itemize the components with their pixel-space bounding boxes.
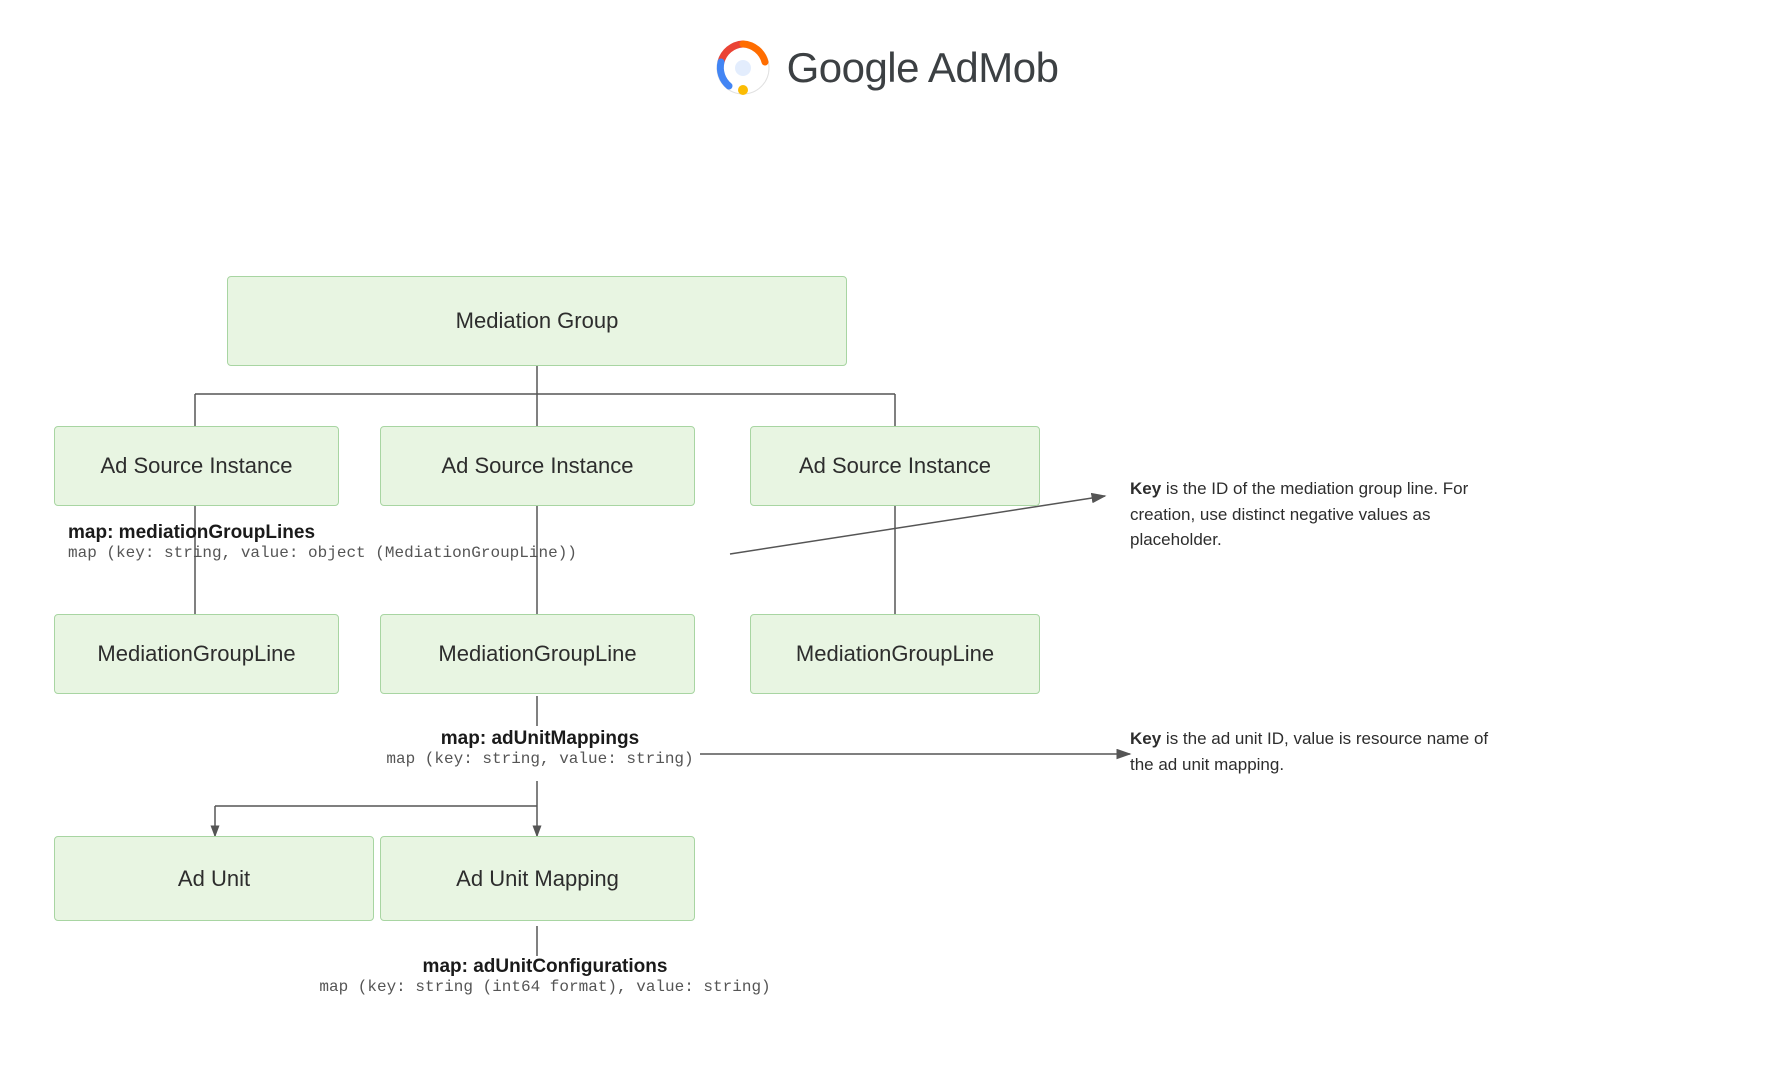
page-container: Google AdMob <box>0 0 1773 1065</box>
map3-code-link: int64 <box>492 978 540 996</box>
map2-title-text: map: adUnitMappings <box>441 728 639 749</box>
map-mediationGroupLines-label: map: mediationGroupLines map (key: strin… <box>68 522 718 562</box>
map1-title: map: mediationGroupLines <box>68 522 718 544</box>
map1-code-link: MediationGroupLine <box>385 544 558 562</box>
map1-code-post: )) <box>558 544 577 562</box>
map3-code-post: format), value: string) <box>540 978 770 996</box>
ad-unit-mapping-label: Ad Unit Mapping <box>456 866 619 892</box>
mediation-group-label: Mediation Group <box>456 308 619 334</box>
ad-unit-mapping-box: Ad Unit Mapping <box>380 836 695 921</box>
map3-title-text: map: adUnitConfigurations <box>423 956 668 977</box>
map2-subtitle: map (key: string, value: string) <box>300 750 780 768</box>
ad-source-instance-3-box: Ad Source Instance <box>750 426 1040 506</box>
ad-source-2-label: Ad Source Instance <box>441 453 633 479</box>
annotation2-bold: Key <box>1130 729 1161 748</box>
mediation-line-1-box: MediationGroupLine <box>54 614 339 694</box>
mediation-line-2-box: MediationGroupLine <box>380 614 695 694</box>
map3-subtitle: map (key: string (int64 format), value: … <box>310 978 780 996</box>
ad-source-instance-2-box: Ad Source Instance <box>380 426 695 506</box>
ad-source-3-label: Ad Source Instance <box>799 453 991 479</box>
map1-title-text: map: mediationGroupLines <box>68 522 315 543</box>
mediation-line-3-box: MediationGroupLine <box>750 614 1040 694</box>
ad-source-instance-1-box: Ad Source Instance <box>54 426 339 506</box>
annotation1-text: is the ID of the mediation group line. F… <box>1130 479 1468 549</box>
ad-source-1-label: Ad Source Instance <box>100 453 292 479</box>
map2-code: map (key: string, value: string) <box>386 750 693 768</box>
annotation-ad-unit-mappings: Key is the ad unit ID, value is resource… <box>1130 726 1510 777</box>
annotation2-text: is the ad unit ID, value is resource nam… <box>1130 729 1488 774</box>
header: Google AdMob <box>0 20 1773 96</box>
annotation-mediation-group-lines: Key is the ID of the mediation group lin… <box>1130 476 1510 553</box>
map-adUnitConfigurations-label: map: adUnitConfigurations map (key: stri… <box>310 956 780 996</box>
map1-subtitle: map (key: string, value: object (Mediati… <box>68 544 718 562</box>
mediation-line-2-label: MediationGroupLine <box>438 641 636 667</box>
ad-unit-box: Ad Unit <box>54 836 374 921</box>
admob-logo-icon <box>715 40 771 96</box>
map2-title: map: adUnitMappings <box>300 728 780 750</box>
ad-unit-label: Ad Unit <box>178 866 250 892</box>
map-adUnitMappings-label: map: adUnitMappings map (key: string, va… <box>300 728 780 768</box>
page-title: Google AdMob <box>787 44 1059 92</box>
annotation1-bold: Key <box>1130 479 1161 498</box>
map1-code-pre: map (key: string, value: object ( <box>68 544 385 562</box>
mediation-group-box: Mediation Group <box>227 276 847 366</box>
map3-title: map: adUnitConfigurations <box>310 956 780 978</box>
map3-code-pre: map (key: string ( <box>319 978 492 996</box>
mediation-line-3-label: MediationGroupLine <box>796 641 994 667</box>
mediation-line-1-label: MediationGroupLine <box>97 641 295 667</box>
diagram-area: Mediation Group Ad Source Instance Ad So… <box>0 136 1773 1036</box>
